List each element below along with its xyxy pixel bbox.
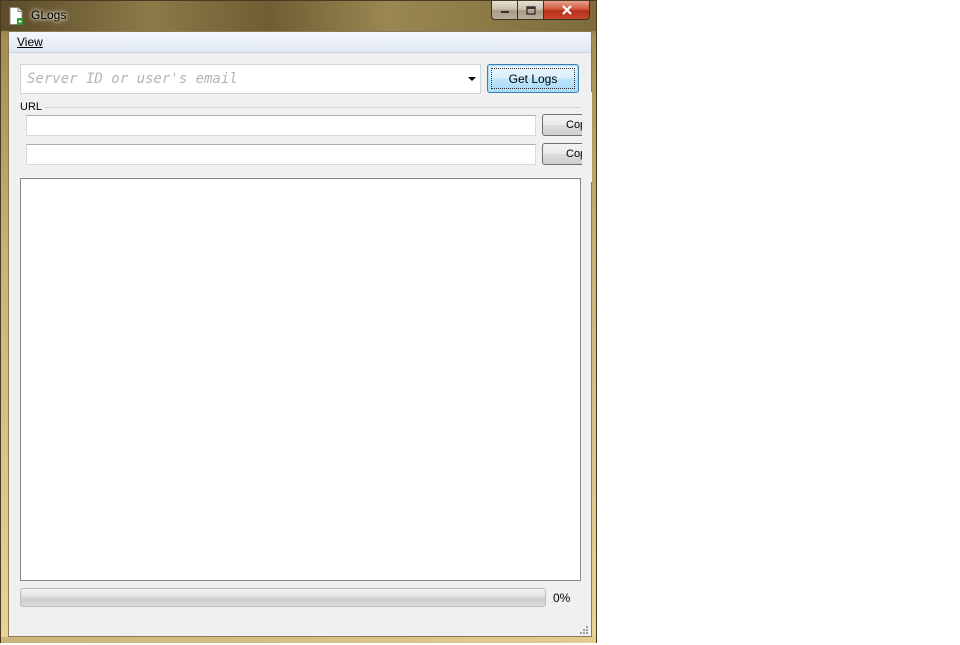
clip-edge bbox=[582, 92, 592, 182]
document-with-green-badge-icon bbox=[9, 7, 23, 25]
focus-rectangle bbox=[491, 68, 575, 89]
copy-button-2-label: Copy bbox=[566, 148, 582, 160]
url-group-label: URL bbox=[20, 101, 46, 113]
server-id-input[interactable] bbox=[21, 65, 467, 93]
app-window: GLogs View Get Logs URL bbox=[0, 0, 597, 643]
copy-button-2[interactable]: Copy bbox=[542, 143, 582, 165]
dropdown-arrow-icon[interactable] bbox=[468, 77, 476, 81]
client-area: View Get Logs URL Copy Copy 0% bbox=[8, 31, 592, 637]
minimize-button[interactable] bbox=[491, 1, 518, 20]
server-id-combobox[interactable] bbox=[20, 64, 481, 94]
url-group-border bbox=[20, 107, 580, 108]
title-bar[interactable]: GLogs bbox=[1, 1, 596, 31]
resize-grip-icon[interactable] bbox=[578, 624, 588, 634]
close-button[interactable] bbox=[544, 1, 590, 20]
copy-button-1-label: Copy bbox=[566, 119, 582, 131]
caption-buttons bbox=[491, 1, 590, 21]
maximize-button[interactable] bbox=[518, 1, 544, 20]
get-logs-button[interactable]: Get Logs bbox=[487, 64, 579, 93]
progress-text: 0% bbox=[553, 591, 571, 605]
maximize-icon bbox=[525, 5, 536, 15]
copy-button-1[interactable]: Copy bbox=[542, 114, 582, 136]
minimize-icon bbox=[500, 11, 509, 13]
log-output[interactable] bbox=[20, 178, 581, 581]
close-icon bbox=[561, 5, 572, 15]
url-field-2[interactable] bbox=[26, 144, 536, 165]
window-bottom-border bbox=[1, 637, 596, 643]
url-field-1[interactable] bbox=[26, 115, 536, 136]
window-title: GLogs bbox=[31, 8, 67, 22]
menu-item-view[interactable]: View bbox=[17, 35, 43, 49]
progress-bar bbox=[20, 588, 546, 607]
menu-bar: View bbox=[9, 32, 591, 53]
